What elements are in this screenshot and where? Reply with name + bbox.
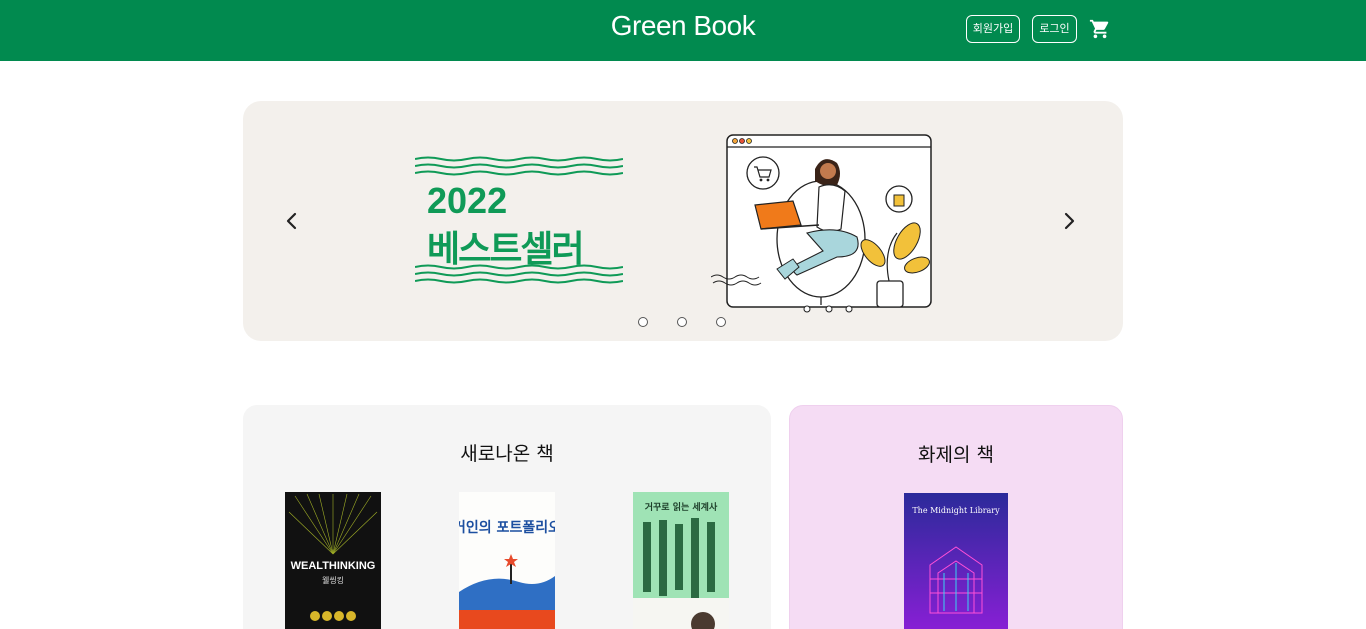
banner-carousel: 2022 베스트셀러 [243, 101, 1123, 341]
logo: Green Book [0, 10, 1366, 42]
top-header: Green Book 회원가입 로그인 [0, 0, 1366, 61]
carousel-indicators [638, 317, 738, 329]
new-books-section: 새로나온 책 WEALTHINKING 웰씽킹 거인의 포트폴리오 거꾸로 읽는… [243, 405, 771, 629]
hot-books-section: 화제의 책 The Midnight Library [789, 405, 1123, 629]
carousel-dot[interactable] [716, 317, 726, 327]
wave-decoration-icon [415, 264, 623, 284]
book-cover[interactable]: 거인의 포트폴리오 [459, 492, 555, 629]
chevron-left-icon[interactable] [282, 209, 302, 233]
banner-headline: 2022 베스트셀러 [415, 156, 623, 286]
cart-icon[interactable] [1089, 18, 1111, 40]
logo-text[interactable]: Green Book [611, 10, 756, 41]
book-cover-title: The Midnight Library [912, 506, 1000, 515]
section-title: 새로나온 책 [460, 443, 554, 465]
carousel-dot[interactable] [677, 317, 687, 327]
section-title: 화제의 책 [918, 444, 994, 466]
book-cover[interactable]: 거꾸로 읽는 세계사 [633, 492, 729, 629]
book-cover-subtitle: 웰씽킹 [322, 575, 344, 585]
book-cover-title: 거인의 포트폴리오 [459, 519, 555, 536]
signup-button[interactable]: 회원가입 [966, 15, 1020, 43]
book-cover-title: WEALTHINKING [291, 560, 376, 572]
carousel-dot[interactable] [638, 317, 648, 327]
chevron-right-icon[interactable] [1059, 209, 1079, 233]
wave-decoration-icon [415, 156, 623, 176]
book-cover-title: 거꾸로 읽는 세계사 [645, 501, 718, 513]
book-cover[interactable]: The Midnight Library [904, 493, 1008, 629]
shopping-illustration [711, 134, 932, 313]
book-cover[interactable]: WEALTHINKING 웰씽킹 [285, 492, 381, 629]
login-button[interactable]: 로그인 [1032, 15, 1077, 43]
banner-year: 2022 [427, 180, 508, 221]
